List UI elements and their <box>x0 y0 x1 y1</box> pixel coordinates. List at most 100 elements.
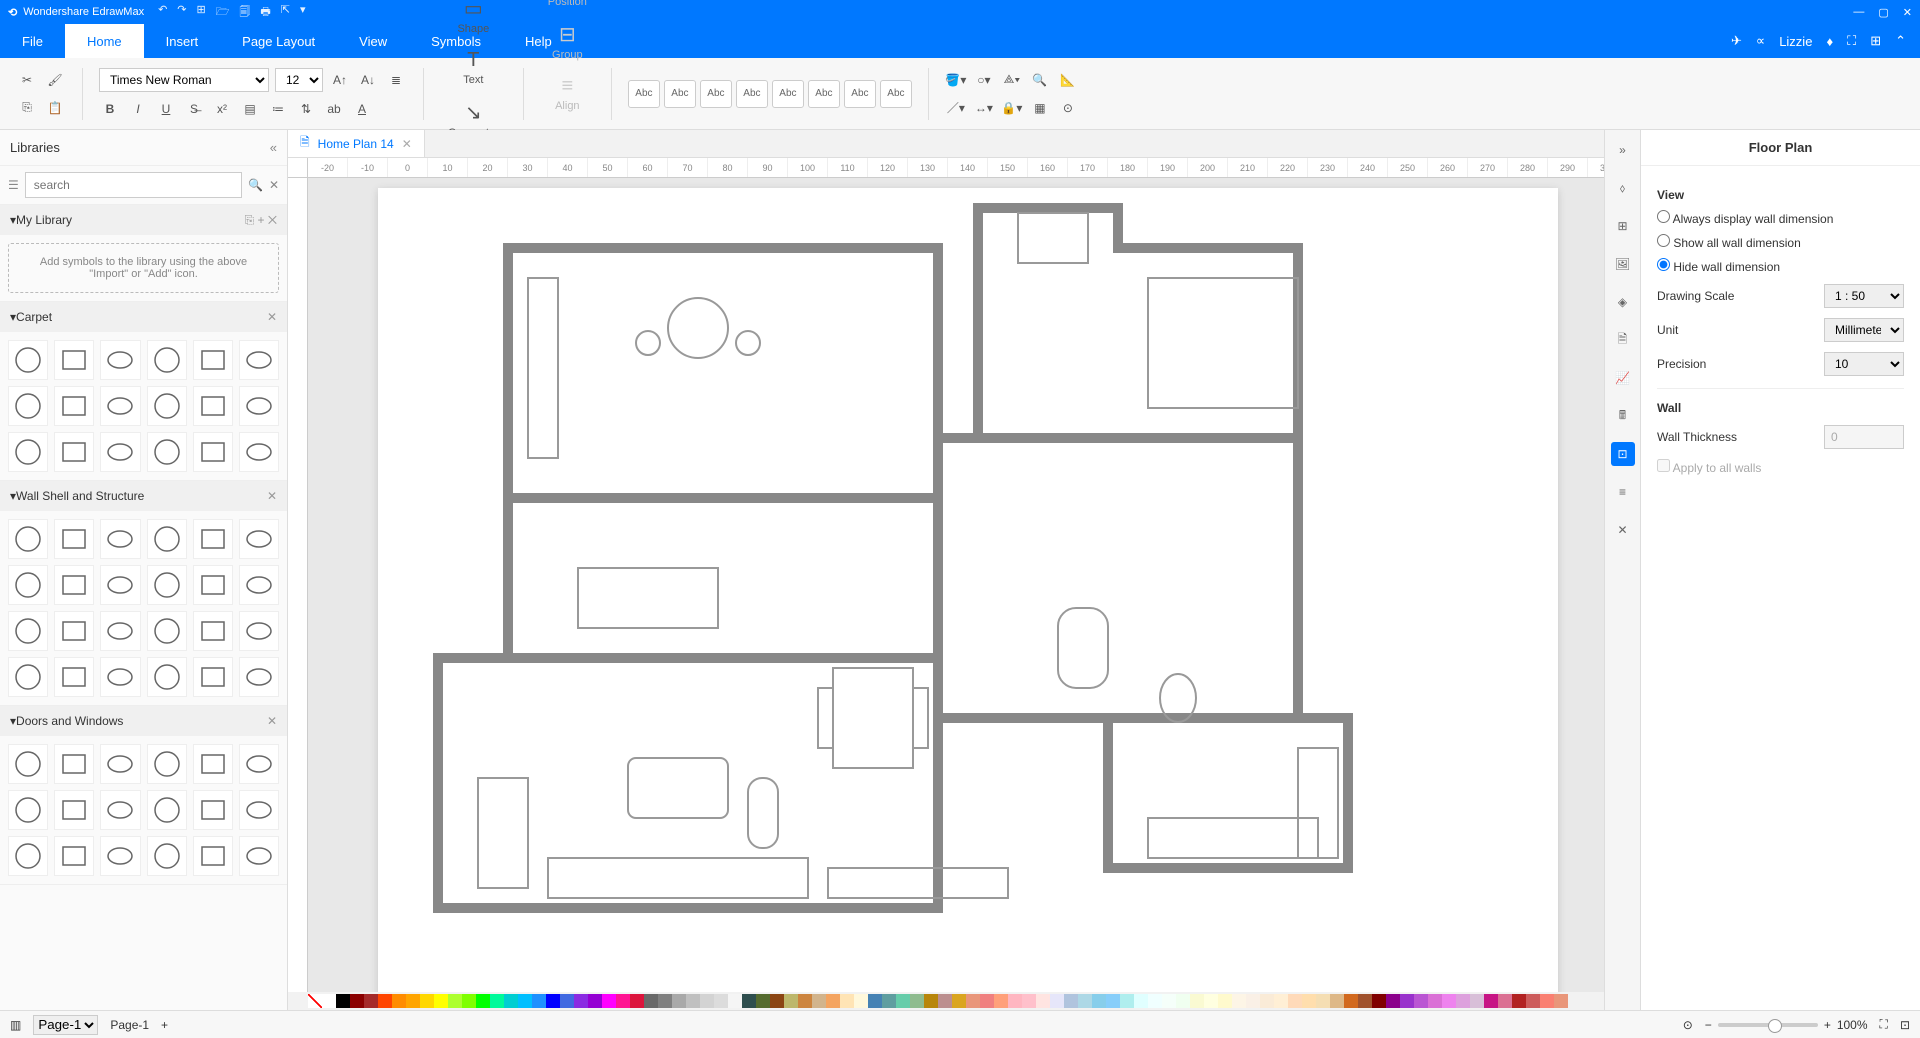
carpet-shape-9[interactable] <box>147 386 187 426</box>
wall-shape-11[interactable] <box>239 565 279 605</box>
door-shape-5[interactable] <box>239 744 279 784</box>
wall-shape-2[interactable] <box>100 519 140 559</box>
color-swatch-61[interactable] <box>1176 994 1190 1008</box>
color-swatch-64[interactable] <box>1218 994 1232 1008</box>
color-swatch-72[interactable] <box>1330 994 1344 1008</box>
rail-icon-10[interactable]: ✕ <box>1611 518 1635 542</box>
wall-shape-23[interactable] <box>239 657 279 697</box>
color-swatch-39[interactable] <box>868 994 882 1008</box>
wall-shape-1[interactable] <box>54 519 94 559</box>
color-swatch-0[interactable] <box>322 994 336 1008</box>
wall-shape-6[interactable] <box>8 565 48 605</box>
search-icon[interactable]: 🔍 <box>248 178 263 192</box>
door-shape-9[interactable] <box>147 790 187 830</box>
unit-select[interactable]: Millimeters <box>1824 318 1904 342</box>
strikethrough-icon[interactable]: S̶ <box>183 98 205 120</box>
qat-redo[interactable]: ↷ <box>177 3 186 22</box>
collapse-ribbon-icon[interactable]: ⌃ <box>1895 33 1906 49</box>
color-swatch-74[interactable] <box>1358 994 1372 1008</box>
color-swatch-20[interactable] <box>602 994 616 1008</box>
carpet-shape-11[interactable] <box>239 386 279 426</box>
color-swatch-78[interactable] <box>1414 994 1428 1008</box>
add-page-icon[interactable]: + <box>161 1018 168 1032</box>
ruler-icon[interactable]: 📐 <box>1057 69 1079 91</box>
color-swatch-73[interactable] <box>1344 994 1358 1008</box>
carpet-shape-14[interactable] <box>100 432 140 472</box>
radio-show-all[interactable]: Show all wall dimension <box>1657 234 1904 250</box>
qat-open[interactable]: 🗁 <box>216 3 230 22</box>
layers-icon[interactable]: ▦ <box>1029 97 1051 119</box>
wall-shape-13[interactable] <box>54 611 94 651</box>
page-layout-icon[interactable]: ▥ <box>10 1018 21 1032</box>
color-none[interactable] <box>308 994 322 1008</box>
carpet-shape-1[interactable] <box>54 340 94 380</box>
style-preset-2[interactable]: Abc <box>700 80 732 108</box>
text-case-icon[interactable]: ab <box>323 98 345 120</box>
wall-shape-17[interactable] <box>239 611 279 651</box>
carpet-close-icon[interactable]: ✕ <box>267 310 277 324</box>
share-icon[interactable]: ∝ <box>1756 33 1765 49</box>
color-swatch-56[interactable] <box>1106 994 1120 1008</box>
text-tool[interactable]: TText <box>455 45 491 90</box>
color-swatch-51[interactable] <box>1036 994 1050 1008</box>
rail-icon-7[interactable]: 🖩 <box>1611 404 1635 428</box>
wall-shape-19[interactable] <box>54 657 94 697</box>
color-swatch-82[interactable] <box>1470 994 1484 1008</box>
focus-icon[interactable]: ⊙ <box>1057 97 1079 119</box>
style-preset-3[interactable]: Abc <box>736 80 768 108</box>
carpet-shape-13[interactable] <box>54 432 94 472</box>
qat-save[interactable]: 🗐 <box>239 3 250 22</box>
door-shape-12[interactable] <box>8 836 48 876</box>
color-swatch-17[interactable] <box>560 994 574 1008</box>
color-swatch-55[interactable] <box>1092 994 1106 1008</box>
color-swatch-48[interactable] <box>994 994 1008 1008</box>
canvas-viewport[interactable]: -20-100102030405060708090100110120130140… <box>288 158 1604 992</box>
door-shape-3[interactable] <box>147 744 187 784</box>
color-swatch-5[interactable] <box>392 994 406 1008</box>
color-swatch-26[interactable] <box>686 994 700 1008</box>
carpet-shape-15[interactable] <box>147 432 187 472</box>
color-swatch-4[interactable] <box>378 994 392 1008</box>
lib-section-header-mylib[interactable]: ▾ My Library ⎘ + ✕ <box>0 205 287 235</box>
color-swatch-63[interactable] <box>1204 994 1218 1008</box>
color-swatch-84[interactable] <box>1498 994 1512 1008</box>
carpet-shape-6[interactable] <box>8 386 48 426</box>
color-swatch-30[interactable] <box>742 994 756 1008</box>
decrease-font-icon[interactable]: A↓ <box>357 69 379 91</box>
door-shape-15[interactable] <box>147 836 187 876</box>
door-shape-2[interactable] <box>100 744 140 784</box>
color-swatch-69[interactable] <box>1288 994 1302 1008</box>
wall-shape-12[interactable] <box>8 611 48 651</box>
door-shape-1[interactable] <box>54 744 94 784</box>
style-preset-1[interactable]: Abc <box>664 80 696 108</box>
wall-close-icon[interactable]: ✕ <box>267 489 277 503</box>
precision-select[interactable]: 10 <box>1824 352 1904 376</box>
tab-view[interactable]: View <box>337 24 409 58</box>
style-preset-7[interactable]: Abc <box>880 80 912 108</box>
door-shape-8[interactable] <box>100 790 140 830</box>
color-swatch-58[interactable] <box>1134 994 1148 1008</box>
color-swatch-25[interactable] <box>672 994 686 1008</box>
tab-home[interactable]: Home <box>65 24 144 58</box>
superscript-icon[interactable]: x² <box>211 98 233 120</box>
color-swatch-50[interactable] <box>1022 994 1036 1008</box>
document-tab[interactable]: 🗎 Home Plan 14 ✕ <box>288 130 425 157</box>
door-shape-10[interactable] <box>193 790 233 830</box>
style-preset-0[interactable]: Abc <box>628 80 660 108</box>
color-swatch-27[interactable] <box>700 994 714 1008</box>
color-swatch-19[interactable] <box>588 994 602 1008</box>
wall-shape-16[interactable] <box>193 611 233 651</box>
lib-section-header-doors[interactable]: ▾ Doors and Windows ✕ <box>0 706 287 736</box>
color-swatch-62[interactable] <box>1190 994 1204 1008</box>
bold-icon[interactable]: B <box>99 98 121 120</box>
color-swatch-21[interactable] <box>616 994 630 1008</box>
carpet-shape-17[interactable] <box>239 432 279 472</box>
rail-icon-2[interactable]: ⊞ <box>1611 214 1635 238</box>
color-swatch-28[interactable] <box>714 994 728 1008</box>
qat-print[interactable]: 🖶 <box>260 3 270 22</box>
user-name[interactable]: Lizzie <box>1779 34 1812 49</box>
floorplan-drawing[interactable] <box>378 188 1558 992</box>
door-shape-16[interactable] <box>193 836 233 876</box>
color-swatch-70[interactable] <box>1302 994 1316 1008</box>
carpet-shape-2[interactable] <box>100 340 140 380</box>
